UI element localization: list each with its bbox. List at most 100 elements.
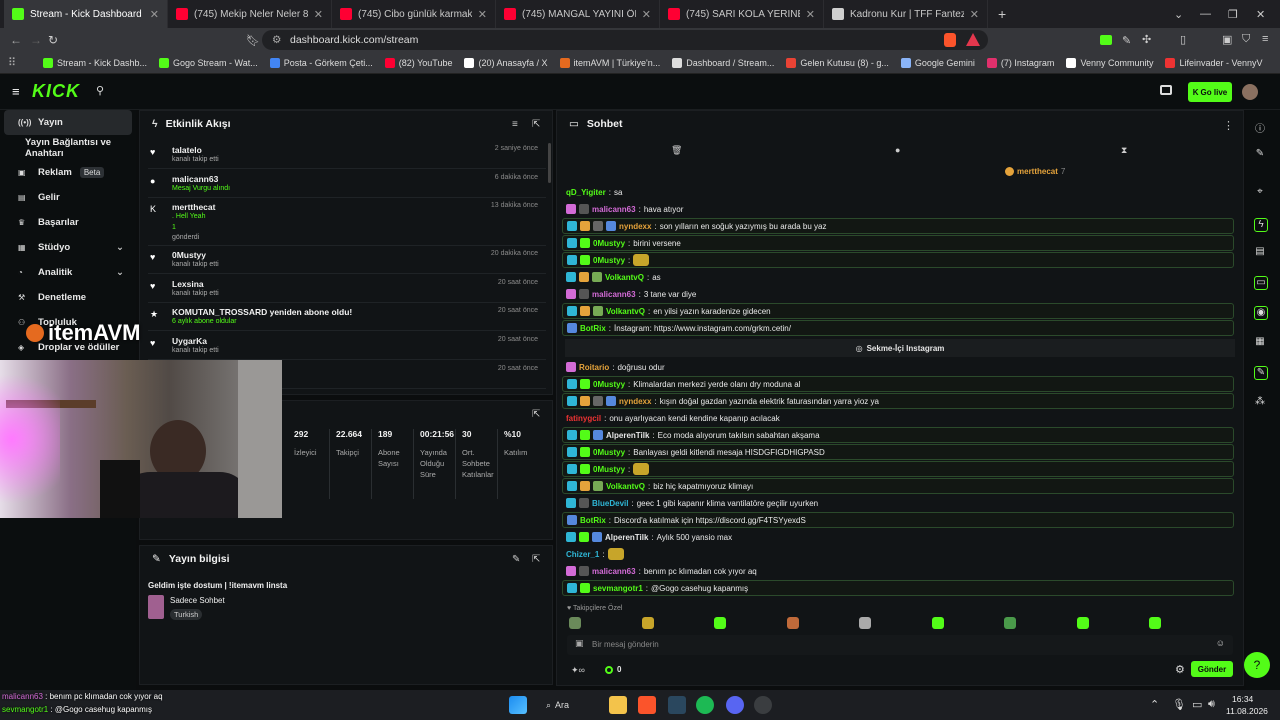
wallet-icon[interactable]: ▣ [1222,33,1232,46]
brave-rewards-icon[interactable] [966,33,980,46]
pencil-icon[interactable]: ✎ [1254,148,1266,160]
maximize-button[interactable]: ❐ [1228,8,1238,21]
chat-username[interactable]: AlperenTilk [606,431,649,440]
sidebar-item-3[interactable]: ▤ Gelir [4,185,132,210]
extension-icon[interactable]: ✎ [1122,34,1131,47]
spotify-icon[interactable] [696,696,714,714]
chat-message[interactable]: VolkantvQ: as [562,269,1234,285]
nodes-icon[interactable]: ⁂ [1254,396,1266,408]
bookmark-item[interactable]: Google Gemini [896,57,980,68]
chat-username[interactable]: BotRix [580,516,606,525]
bookmark-item[interactable]: itemAVM | Türkiye'n... [555,57,666,68]
sidebar-item-7[interactable]: ⚒ Denetleme [4,285,132,310]
emote-icon[interactable] [1076,617,1089,629]
chat-username[interactable]: fatinygcil [566,414,601,423]
chat-username[interactable]: VolkantvQ [606,307,645,316]
chat-message[interactable]: 0Mustyy: Banlayası geldi kitlendi mesaja … [562,444,1234,460]
emote-icon[interactable] [931,617,944,629]
bookmark-item[interactable]: Gelen Kutusu (8) - g... [781,57,894,68]
chat-message[interactable]: malicann63: hava atıyor [562,201,1234,217]
event-user[interactable]: KOMUTAN_TROSSARD yeniden abone oldu! [172,307,352,317]
brave-shield-icon[interactable] [944,33,956,47]
popout-icon[interactable]: ⇱ [532,119,540,130]
event-user[interactable]: mertthecat [172,202,215,212]
clock-date[interactable]: 11.08.2026 [1226,706,1268,716]
emoji-left-icon[interactable]: ▣ [575,638,584,649]
bookmark-item[interactable]: (20) Anasayfa / X [459,57,552,68]
pin-icon[interactable]: ⚲ [96,84,104,97]
close-tab-icon[interactable]: ✕ [150,8,159,21]
chat-input[interactable]: ▣ Bir mesaj gönderin ☺ [567,635,1233,655]
sidebar-item-0[interactable]: ((•)) Yayın [4,110,132,135]
chat-mode-icon[interactable]: ● [895,145,900,155]
broadcast-rail-icon[interactable]: ◉ [1254,306,1268,320]
chat-message[interactable]: malicann63:3 tane var diye [562,286,1234,302]
volume-icon[interactable]: 🔊︎ [1208,698,1215,711]
display-icon[interactable]: ▭ [1192,698,1202,711]
chevron-down-icon[interactable]: ⌄ [116,267,124,278]
chat-username[interactable]: BotRix [580,324,606,333]
new-tab-button[interactable]: + [998,6,1006,22]
send-button[interactable]: Gönder [1191,661,1233,677]
url-field[interactable]: ⚙︎ dashboard.kick.com/stream ⌕ [262,30,988,50]
document-icon[interactable]: ▤ [1254,246,1266,258]
emote-icon[interactable] [641,617,654,629]
emote-icon[interactable] [569,617,581,629]
trash-icon[interactable]: 🗑︎ [671,145,682,156]
pinned-gift[interactable]: mertthecat 7 [1005,167,1065,176]
event-user[interactable]: UygarKa [172,336,207,346]
tab-5[interactable]: Kadronu Kur | TFF Fantezi Lig ✕ [824,0,988,28]
chat-username[interactable]: nyndexx [619,222,651,231]
chat-message[interactable]: Chizer_1: [562,546,1234,562]
category-name[interactable]: Sadece Sohbet [170,596,225,605]
chat-username[interactable]: malicann63 [592,290,636,299]
steam-icon[interactable] [668,696,686,714]
language-tag[interactable]: Turkish [170,609,203,620]
close-tab-icon[interactable]: ✕ [642,8,651,21]
chat-username[interactable]: malicann63 [592,567,636,576]
mic-icon[interactable]: 🎙︎ [1172,698,1186,711]
bookmark-item[interactable]: Venny Community [1061,57,1158,68]
popout-icon[interactable]: ⇱ [532,409,540,420]
chat-message[interactable]: 0Mustyy: birini versene [562,235,1234,251]
tab-2[interactable]: (745) Cibo günlük karmakarışık #2 - ✕ [332,0,496,28]
studio-mode-icon[interactable] [1160,85,1172,95]
bookmark-item[interactable]: Posta - Görkem Çeti... [265,57,378,68]
chat-username[interactable]: 0Mustyy [593,380,625,389]
chat-username[interactable]: malicann63 [592,205,636,214]
vpn-icon[interactable]: ⛉ [1242,33,1250,46]
chat-message[interactable]: qD_Yigiter: sa [562,184,1234,200]
chat-message[interactable]: malicann63: benım pc klımadan cok yıyor a… [562,563,1234,579]
forward-icon[interactable]: → [30,33,42,47]
chat-rail-icon[interactable]: ▭ [1254,276,1268,290]
chat-message[interactable]: Roitario: doğrusu odur [562,359,1234,375]
sidebar-item-2[interactable]: ▣ Reklam Beta [4,160,132,185]
slow-mode-icon[interactable]: ⧗ [1121,145,1127,156]
chat-message[interactable]: nyndexx: son yılların en soğuk yazıymış b… [562,218,1234,234]
tab-list-chevron-icon[interactable]: ⌄ [1174,8,1183,21]
chat-username[interactable]: 0Mustyy [593,239,625,248]
sidebar-item-6[interactable]: ◔ Analitik ⌄ [4,260,132,285]
bookmark-item[interactable]: Lifeinvader - VennyV [1160,57,1267,68]
tab-4[interactable]: (745) SARI KOLA YERİNE PAPATYA Ç ✕ [660,0,824,28]
close-tab-icon[interactable]: ✕ [314,8,323,21]
tab-instagram-button[interactable]: ◎ Sekme-İçi Instagram [565,339,1235,357]
sidebar-toggle-icon[interactable]: ▯ [1180,33,1186,46]
more-options-icon[interactable]: ⋮ [1223,119,1234,132]
chat-message[interactable]: fatinygcil: onu ayarlıyacan kendi kendine… [562,410,1234,426]
sidebar-item-5[interactable]: ▦ Stüdyo ⌄ [4,235,132,260]
reload-icon[interactable]: ↻ [48,33,58,47]
site-info-icon[interactable]: ⚙︎ [272,34,281,46]
tab-0[interactable]: Stream - Kick Dashboard ✕ [4,0,168,28]
support-button[interactable]: ? [1244,652,1270,678]
stats-rail-icon[interactable]: ▦ [1254,336,1266,348]
emoji-icon[interactable]: ☺ [1216,638,1225,648]
chat-message[interactable]: 0Mustyy: [562,461,1234,477]
bookmark-item[interactable]: (82) YouTube [380,57,458,68]
extension-kick-icon[interactable] [1100,35,1112,45]
tab-1[interactable]: (745) Mekip Neler Neler 84.Bölüm C ✕ [168,0,332,28]
chevron-down-icon[interactable]: ⌄ [116,242,124,253]
chat-message[interactable]: AlperenTilk: Eco moda alıyorum takılsın s… [562,427,1234,443]
target-icon[interactable]: ⌖ [1254,186,1266,198]
event-user[interactable]: talatelo [172,145,202,155]
